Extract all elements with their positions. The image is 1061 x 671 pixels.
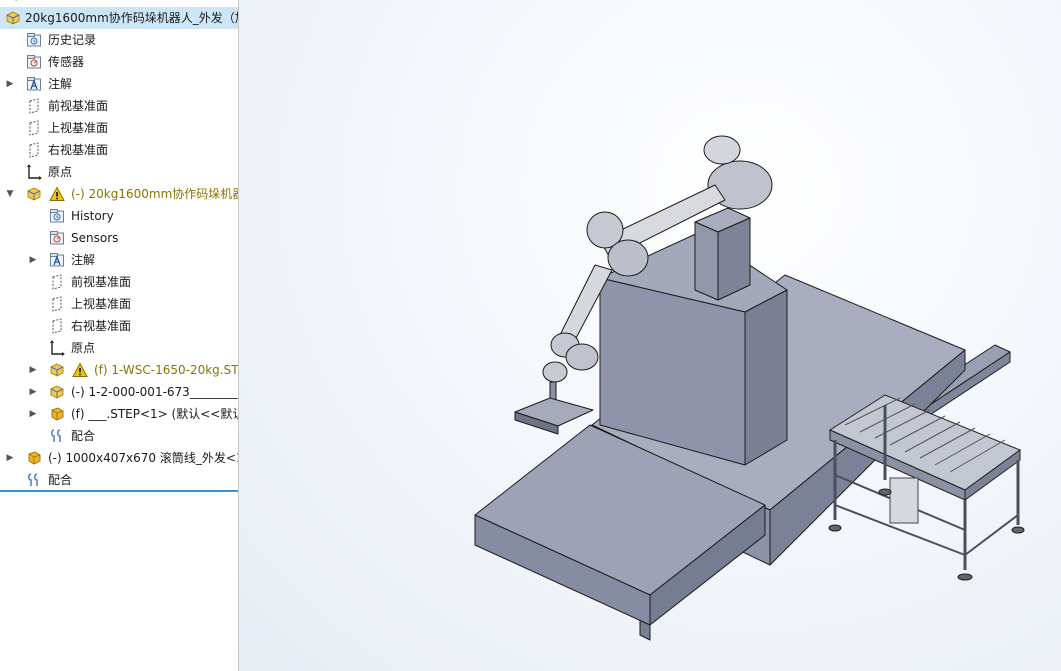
annotation-icon <box>27 77 41 91</box>
tree-item-label: 右视基准面 <box>71 319 132 333</box>
robot-base-joint <box>703 135 741 165</box>
tree-item-label: 上视基准面 <box>71 297 132 311</box>
tree-item-right-plane-sub[interactable]: 右视基准面 <box>0 315 238 337</box>
origin-icon <box>50 340 65 356</box>
warning-icon <box>72 362 88 377</box>
tree-item-top-plane-sub[interactable]: 上视基准面 <box>0 293 238 315</box>
tree-item-label: 配合 <box>48 473 73 487</box>
tree-top-strip: < <box>0 0 238 6</box>
assembly-icon <box>6 11 20 25</box>
tree-item-label: (-) 1000x407x670 滚筒线_外发<1> <box>48 451 239 465</box>
part-icon <box>28 451 41 465</box>
robot-elbow-joint-2 <box>607 239 649 277</box>
assembly-icon <box>27 187 41 201</box>
mate-icon <box>28 473 38 486</box>
tree-item-label: 配合 <box>71 429 96 443</box>
tree-item-label: 20kg1600mm协作码垛机器人_外发（加 <box>25 11 239 25</box>
tree-item-top-plane[interactable]: 上视基准面 <box>0 117 238 139</box>
column-side <box>717 217 751 301</box>
expand-caret-icon[interactable]: ▼ <box>5 183 15 205</box>
tree-item-roller-conveyor[interactable]: ▶ (-) 1000x407x670 滚筒线_外发<1> <box>0 447 238 469</box>
tree-item-root-assembly[interactable]: 20kg1600mm协作码垛机器人_外发（加 <box>0 7 238 29</box>
tree-item-label: 原点 <box>48 165 73 179</box>
tree-item-label: 上视基准面 <box>48 121 109 135</box>
warning-icon <box>49 186 65 201</box>
model-view[interactable] <box>239 0 1061 671</box>
tree-item-annotations-sub[interactable]: ▶ 注解 <box>0 249 238 271</box>
tree-item-label: History <box>71 209 114 223</box>
pedestal-side <box>744 289 788 466</box>
roller-conveyor <box>828 394 1025 581</box>
origin-icon <box>27 164 42 180</box>
tree-item-label: Sensors <box>71 231 119 245</box>
tree-item-subassembly-robot[interactable]: ▼ (-) 20kg1600mm协作码垛机器 <box>0 183 238 205</box>
tree-item-label: 注解 <box>71 253 96 267</box>
assembly-icon <box>50 385 64 399</box>
tree-item-label: 原点 <box>71 341 96 355</box>
robot-wrist-joint-3 <box>542 361 568 383</box>
sensor-icon <box>50 231 64 245</box>
tree-item-origin[interactable]: 原点 <box>0 161 238 183</box>
graphics-viewport[interactable] <box>239 0 1061 671</box>
tree-item-label: (-) 20kg1600mm协作码垛机器 <box>71 187 239 201</box>
tree-item-label: 注解 <box>48 77 73 91</box>
history-icon <box>27 33 41 47</box>
tree-item-sensors[interactable]: 传感器 <box>0 51 238 73</box>
plane-icon <box>29 98 39 114</box>
robot-wrist-joint-2 <box>565 343 599 371</box>
plane-icon <box>52 296 62 312</box>
tree-item-part-673[interactable]: ▶ (-) 1-2-000-001-673________ <box>0 381 238 403</box>
tree-item-wsc-part[interactable]: ▶ (f) 1-WSC-1650-20kg.STE <box>0 359 238 381</box>
tree-item-mates[interactable]: 配合 <box>0 469 238 491</box>
expand-caret-icon[interactable]: ▶ <box>28 403 38 425</box>
tree-item-label: (f) 1-WSC-1650-20kg.STE <box>94 363 239 377</box>
plane-icon <box>29 120 39 136</box>
history-icon <box>50 209 64 223</box>
mate-icon <box>51 429 61 442</box>
tree-item-mates-sub[interactable]: 配合 <box>0 425 238 447</box>
tree-item-history[interactable]: 历史记录 <box>0 29 238 51</box>
tree-item-sensors-en[interactable]: Sensors <box>0 227 238 249</box>
tree-item-origin-sub[interactable]: 原点 <box>0 337 238 359</box>
tree-item-step-part[interactable]: ▶ (f) ___.STEP<1> (默认<<默认 <box>0 403 238 425</box>
expand-caret-icon[interactable]: ▶ <box>5 73 15 95</box>
part-icon <box>51 407 64 421</box>
annotation-icon <box>50 253 64 267</box>
tree-item-history-en[interactable]: History <box>0 205 238 227</box>
tree-top-cut-text: < <box>10 0 18 4</box>
sensor-icon <box>27 55 41 69</box>
tree-item-right-plane[interactable]: 右视基准面 <box>0 139 238 161</box>
tree-item-label: (-) 1-2-000-001-673________ <box>71 385 238 399</box>
expand-caret-icon[interactable]: ▶ <box>28 359 38 381</box>
expand-caret-icon[interactable]: ▶ <box>5 447 15 469</box>
tree-item-label: 前视基准面 <box>48 99 109 113</box>
tree-split-bar[interactable] <box>0 490 238 492</box>
tree-item-annotations[interactable]: ▶ 注解 <box>0 73 238 95</box>
feature-manager-tree: < 20kg1600mm协作码垛机器人_外发（加 历史记录 传感器 ▶ 注解 <box>0 0 239 671</box>
plane-icon <box>29 142 39 158</box>
tree-item-label: 历史记录 <box>48 33 97 47</box>
column-front <box>694 221 719 301</box>
assembly-icon <box>50 363 64 377</box>
tree-item-label: 传感器 <box>48 55 85 69</box>
expand-caret-icon[interactable]: ▶ <box>28 249 38 271</box>
tree-item-label: 右视基准面 <box>48 143 109 157</box>
expand-caret-icon[interactable]: ▶ <box>28 381 38 403</box>
tree-item-front-plane[interactable]: 前视基准面 <box>0 95 238 117</box>
tree-item-label: (f) ___.STEP<1> (默认<<默认 <box>71 407 239 421</box>
plane-icon <box>52 274 62 290</box>
tree-item-front-plane-sub[interactable]: 前视基准面 <box>0 271 238 293</box>
plane-icon <box>52 318 62 334</box>
tree-item-label: 前视基准面 <box>71 275 132 289</box>
